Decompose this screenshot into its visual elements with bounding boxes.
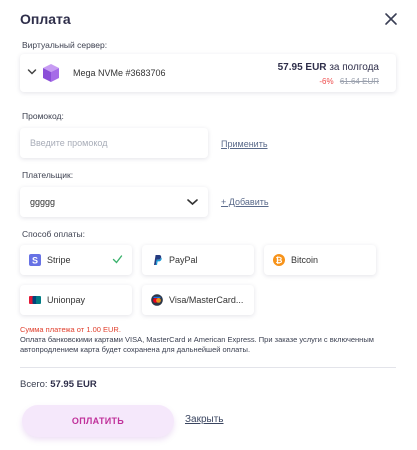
method-label: Unionpay <box>47 295 86 305</box>
close-link[interactable]: Закрыть <box>185 414 224 425</box>
cube-icon <box>43 64 59 82</box>
promo-field[interactable] <box>20 128 208 158</box>
divider <box>20 367 396 368</box>
chevron-down-icon <box>187 199 198 206</box>
total-label: Всего: <box>20 379 48 390</box>
bitcoin-icon: ₿ <box>273 254 285 266</box>
server-label: Виртуальный сервер: <box>22 40 108 50</box>
payment-method-stripe[interactable]: S Stripe <box>20 245 132 275</box>
payment-method-bitcoin[interactable]: ₿ Bitcoin <box>264 245 376 275</box>
payment-method-paypal[interactable]: PayPal <box>142 245 254 275</box>
promo-label: Промокод: <box>22 111 64 121</box>
payer-select[interactable]: ggggg <box>20 187 208 217</box>
svg-text:S: S <box>32 256 38 266</box>
min-amount-text: Сумма платежа от 1.00 EUR. <box>20 325 121 334</box>
close-icon[interactable] <box>383 11 399 27</box>
paypal-icon <box>154 255 162 265</box>
visa-mastercard-icon <box>151 294 163 306</box>
notice-text: Оплата банковскими картами VISA, MasterC… <box>20 335 374 354</box>
apply-promo-link[interactable]: Применить <box>221 139 268 149</box>
payment-label: Способ оплаты: <box>22 229 85 239</box>
server-price: 57.95 EUR за полгода <box>278 62 379 73</box>
old-price: 61.64 EUR <box>339 77 379 86</box>
unionpay-icon <box>29 296 41 304</box>
pay-button[interactable]: ОПЛАТИТЬ <box>22 405 174 437</box>
method-label: Visa/MasterCard... <box>169 295 244 305</box>
price-discount-line: -6% 61.64 EUR <box>319 77 379 86</box>
add-payer-link[interactable]: + Добавить <box>221 197 269 207</box>
payer-value: ggggg <box>30 197 56 207</box>
method-label: Stripe <box>47 255 71 265</box>
price-period: за полгода <box>329 62 379 73</box>
discount-badge: -6% <box>319 77 334 86</box>
payment-notice: Сумма платежа от 1.00 EUR. Оплата банков… <box>20 325 400 355</box>
total-value: 57.95 EUR <box>50 379 97 390</box>
server-card[interactable]: Mega NVMe #3683706 57.95 EUR за полгода … <box>20 54 396 92</box>
stripe-icon: S <box>29 254 41 266</box>
dialog-title: Оплата <box>20 11 71 27</box>
server-name: Mega NVMe #3683706 <box>73 68 166 78</box>
payer-label: Плательщик: <box>22 170 74 180</box>
method-label: Bitcoin <box>291 255 319 265</box>
svg-text:₿: ₿ <box>276 255 283 265</box>
method-label: PayPal <box>169 255 198 265</box>
promo-input[interactable] <box>20 128 208 158</box>
payment-method-visa-mastercard[interactable]: Visa/MasterCard... <box>142 285 254 315</box>
chevron-down-icon[interactable] <box>27 68 37 76</box>
checkmark-icon <box>112 255 123 264</box>
total: Всего: 57.95 EUR <box>20 379 97 390</box>
price-value: 57.95 EUR <box>277 62 327 73</box>
payment-method-unionpay[interactable]: Unionpay <box>20 285 132 315</box>
